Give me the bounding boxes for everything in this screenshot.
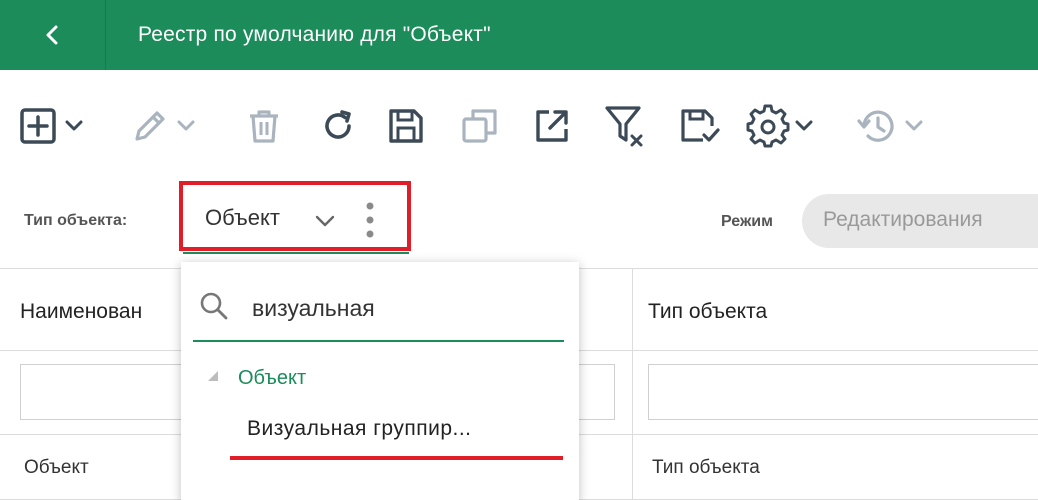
gear-icon	[746, 104, 790, 148]
save-check-button[interactable]	[678, 96, 720, 156]
object-type-label: Тип объекта:	[24, 212, 128, 229]
chevron-down-icon	[177, 120, 195, 131]
delete-icon	[250, 110, 278, 143]
export-icon	[536, 110, 568, 142]
dropdown-search-input[interactable]	[252, 290, 552, 326]
add-icon	[20, 108, 56, 144]
mode-value: Редактирования	[823, 208, 983, 231]
column-filter-input[interactable]	[648, 364, 1038, 420]
edit-button[interactable]	[130, 96, 198, 156]
object-type-select[interactable]: Объект	[205, 205, 280, 231]
type-select-underline	[183, 252, 409, 254]
page-title: Реестр по умолчанию для "Объект"	[138, 23, 491, 46]
history-icon	[857, 110, 894, 142]
table-cell[interactable]: Объект	[24, 457, 89, 479]
chevron-left-icon	[46, 25, 57, 45]
tree-expanded-icon[interactable]	[207, 370, 219, 382]
back-button[interactable]	[0, 0, 106, 70]
copy-button[interactable]	[460, 96, 500, 156]
delete-button[interactable]	[244, 96, 284, 156]
filter-clear-icon	[605, 106, 643, 147]
export-button[interactable]	[532, 96, 572, 156]
history-button[interactable]	[856, 96, 926, 156]
column-header-object-type[interactable]: Тип объекта	[648, 300, 767, 324]
save-icon	[389, 109, 423, 143]
column-header-name[interactable]: Наименован	[20, 300, 142, 324]
copy-icon	[462, 109, 497, 143]
more-vertical-icon[interactable]	[360, 200, 380, 240]
refresh-button[interactable]	[318, 96, 358, 156]
chevron-down-icon	[795, 120, 813, 131]
save-button[interactable]	[386, 96, 426, 156]
chevron-down-icon[interactable]	[314, 210, 336, 232]
tree-group-label[interactable]: Объект	[238, 367, 306, 390]
highlight-underline-annotation	[230, 456, 563, 460]
refresh-icon	[325, 110, 351, 139]
save-check-icon	[681, 109, 720, 142]
mode-label: Режим	[721, 213, 773, 230]
chevron-down-icon	[65, 120, 83, 131]
table-cell[interactable]: Тип объекта	[652, 457, 760, 479]
tree-item[interactable]: Визуальная группир...	[247, 417, 472, 441]
add-button[interactable]	[18, 96, 86, 156]
chevron-down-icon	[905, 120, 923, 131]
clear-filter-button[interactable]	[604, 96, 648, 156]
toolbar	[0, 96, 1038, 156]
app-header: Реестр по умолчанию для "Объект"	[0, 0, 1038, 70]
search-underline	[193, 340, 564, 342]
search-icon	[200, 292, 228, 320]
edit-icon	[135, 111, 165, 141]
settings-button[interactable]	[746, 96, 816, 156]
column-divider	[632, 268, 633, 500]
